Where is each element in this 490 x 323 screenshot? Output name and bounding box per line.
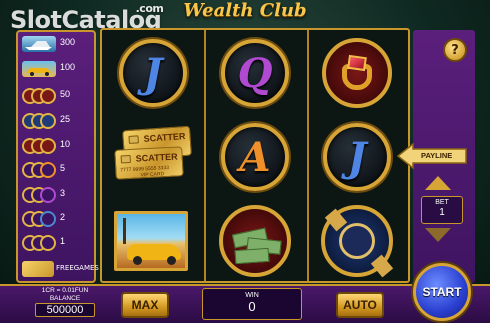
paytable-value: 1 <box>60 236 66 246</box>
bet-increase-button[interactable] <box>425 176 451 190</box>
bet-value: 1 <box>439 207 445 218</box>
reel-divider <box>307 30 309 281</box>
balance-block: 1CR = 0.01FUN BALANCE 500000 <box>20 286 110 322</box>
paytable-panel: 300 100 50 25 10 5 3 2 1 FREEGAMES <box>16 30 99 283</box>
symbol-j: J <box>114 34 192 112</box>
payline-label: PAYLINE <box>421 151 453 160</box>
paytable-value: 100 <box>60 62 76 72</box>
scatter-label: SCATTER <box>143 131 186 144</box>
scatter-card-icon <box>22 261 54 277</box>
symbol-ring <box>318 34 396 112</box>
money-coin-icon <box>22 88 56 104</box>
game-title: Wealth Club <box>183 0 307 21</box>
help-button[interactable]: ? <box>443 38 467 62</box>
paytable-value: 3 <box>60 188 66 198</box>
bet-label: BET <box>435 199 449 206</box>
ring-icon <box>322 38 392 108</box>
bet-display: BET 1 <box>421 196 463 224</box>
scatter-label: SCATTER <box>135 151 178 164</box>
reel-divider <box>204 30 206 281</box>
paytable-row-watch: 25 <box>20 111 94 131</box>
reel-area: J Q SCATTER SCATTER 7777 9999 5555 3333 … <box>100 28 410 283</box>
win-display: WIN 0 <box>202 288 302 320</box>
win-value: 0 <box>248 299 256 314</box>
paytable-row-a: 5 <box>20 160 94 180</box>
balance-label: BALANCE <box>49 295 81 302</box>
win-label: WIN <box>245 292 259 299</box>
a-coin-icon <box>22 162 56 178</box>
symbol-j: J <box>318 118 396 196</box>
paytable-value: 10 <box>60 139 71 149</box>
start-button[interactable]: START <box>413 263 471 321</box>
max-bet-button[interactable]: MAX <box>121 292 169 318</box>
paytable-value: 2 <box>60 212 66 222</box>
coin-icon <box>22 235 56 251</box>
paytable-row-money: 50 <box>20 86 94 106</box>
sports-car-icon <box>114 211 188 271</box>
paytable-row-ring: 10 <box>20 136 94 156</box>
symbol-q: Q <box>216 34 294 112</box>
letter-j-icon: J <box>119 39 187 107</box>
yacht-icon <box>22 36 56 52</box>
symbol-watch <box>318 202 396 280</box>
bet-decrease-button[interactable] <box>425 228 451 242</box>
vip-card-label: VIP CARD <box>140 171 165 179</box>
symbol-money <box>216 202 294 280</box>
symbol-car <box>112 202 190 280</box>
balance-value: 500000 <box>35 303 95 317</box>
paytable-value: 5 <box>60 163 66 173</box>
paytable-row-j: 2 <box>20 209 94 229</box>
paytable-row-q: 3 <box>20 185 94 205</box>
paytable-row-coin: 1 <box>20 233 94 253</box>
sports-car-icon <box>22 61 56 77</box>
j-coin-icon <box>22 211 56 227</box>
ring-coin-icon <box>22 138 56 154</box>
auto-button[interactable]: AUTO <box>336 292 384 318</box>
watch-icon <box>321 205 394 278</box>
paytable-value: 50 <box>60 89 71 99</box>
watermark-suffix: .com <box>135 2 164 15</box>
paytable-row-car: 100 <box>20 59 94 79</box>
paytable-row-freegames: FREEGAMES <box>20 258 99 280</box>
symbol-a: A <box>216 118 294 196</box>
watch-coin-icon <box>22 113 56 129</box>
letter-q-icon: Q <box>221 39 289 107</box>
q-coin-icon <box>22 187 56 203</box>
symbol-scatter: SCATTER SCATTER 7777 9999 5555 3333 VIP … <box>106 118 200 196</box>
scatter-card-icon: SCATTER SCATTER 7777 9999 5555 3333 VIP … <box>113 125 193 188</box>
credit-rate: 1CR = 0.01FUN <box>41 287 89 294</box>
letter-a-icon: A <box>221 123 289 191</box>
letter-j-icon: J <box>323 123 391 191</box>
money-stack-icon <box>219 205 291 277</box>
paytable-value: 300 <box>60 37 76 47</box>
paytable-row-yacht: 300 <box>20 34 94 54</box>
payline-button[interactable]: PAYLINE <box>397 143 467 169</box>
paytable-value: 25 <box>60 114 71 124</box>
freegames-label: FREEGAMES <box>56 264 99 272</box>
